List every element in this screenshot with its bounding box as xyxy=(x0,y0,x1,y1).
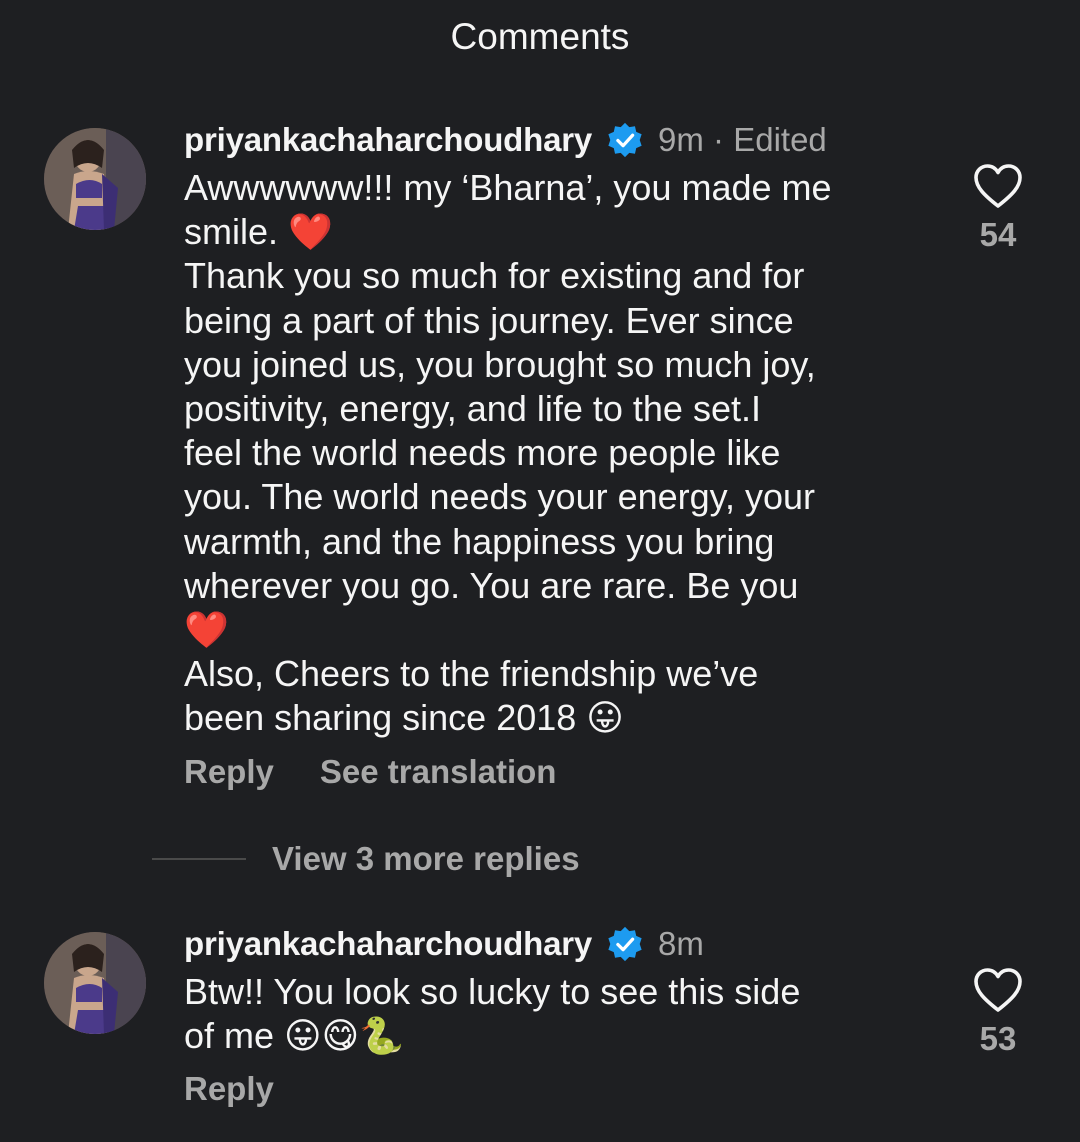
like-count: 53 xyxy=(979,1020,1017,1057)
avatar-image xyxy=(44,128,146,230)
reply-button[interactable]: Reply xyxy=(184,1070,274,1108)
comment-body: priyankachaharchoudhary 8m Btw!! You loo… xyxy=(184,922,944,1108)
avatar[interactable] xyxy=(44,932,146,1034)
avatar-image xyxy=(44,932,146,1034)
view-more-replies[interactable]: View 3 more replies xyxy=(152,840,580,878)
see-translation-button[interactable]: See translation xyxy=(320,753,557,791)
reply-button[interactable]: Reply xyxy=(184,753,274,791)
meta-separator: · xyxy=(703,121,734,158)
edited-label: Edited xyxy=(733,121,827,158)
username[interactable]: priyankachaharchoudhary xyxy=(184,925,592,963)
comment-body: priyankachaharchoudhary 9m · Edited Awww… xyxy=(184,118,944,791)
verified-badge-icon xyxy=(606,121,644,159)
comments-sheet: Comments priyankachaharchoudhary 9m · Ed… xyxy=(0,0,1080,1142)
like-control: 54 xyxy=(970,162,1026,254)
comment-text: Awwwwww!!! my ‘Bharna’, you made me smil… xyxy=(184,167,832,739)
comment-header: priyankachaharchoudhary 8m xyxy=(184,922,944,966)
comment-actions: Reply xyxy=(184,1070,944,1108)
heart-outline-icon[interactable] xyxy=(972,162,1024,210)
comment-actions: Reply See translation xyxy=(184,753,944,791)
verified-badge-icon xyxy=(606,925,644,963)
comment-time: 8m xyxy=(658,925,704,962)
like-control: 53 xyxy=(970,966,1026,1058)
sheet-title: Comments xyxy=(450,16,630,57)
divider-line xyxy=(152,858,246,860)
avatar[interactable] xyxy=(44,128,146,230)
comment-time: 9m xyxy=(658,121,704,158)
username[interactable]: priyankachaharchoudhary xyxy=(184,121,592,159)
view-more-replies-label: View 3 more replies xyxy=(272,840,580,877)
comment-header: priyankachaharchoudhary 9m · Edited xyxy=(184,118,944,162)
like-count: 54 xyxy=(979,216,1017,253)
heart-outline-icon[interactable] xyxy=(972,966,1024,1014)
comment-text: Btw!! You look so lucky to see this side… xyxy=(184,971,801,1057)
